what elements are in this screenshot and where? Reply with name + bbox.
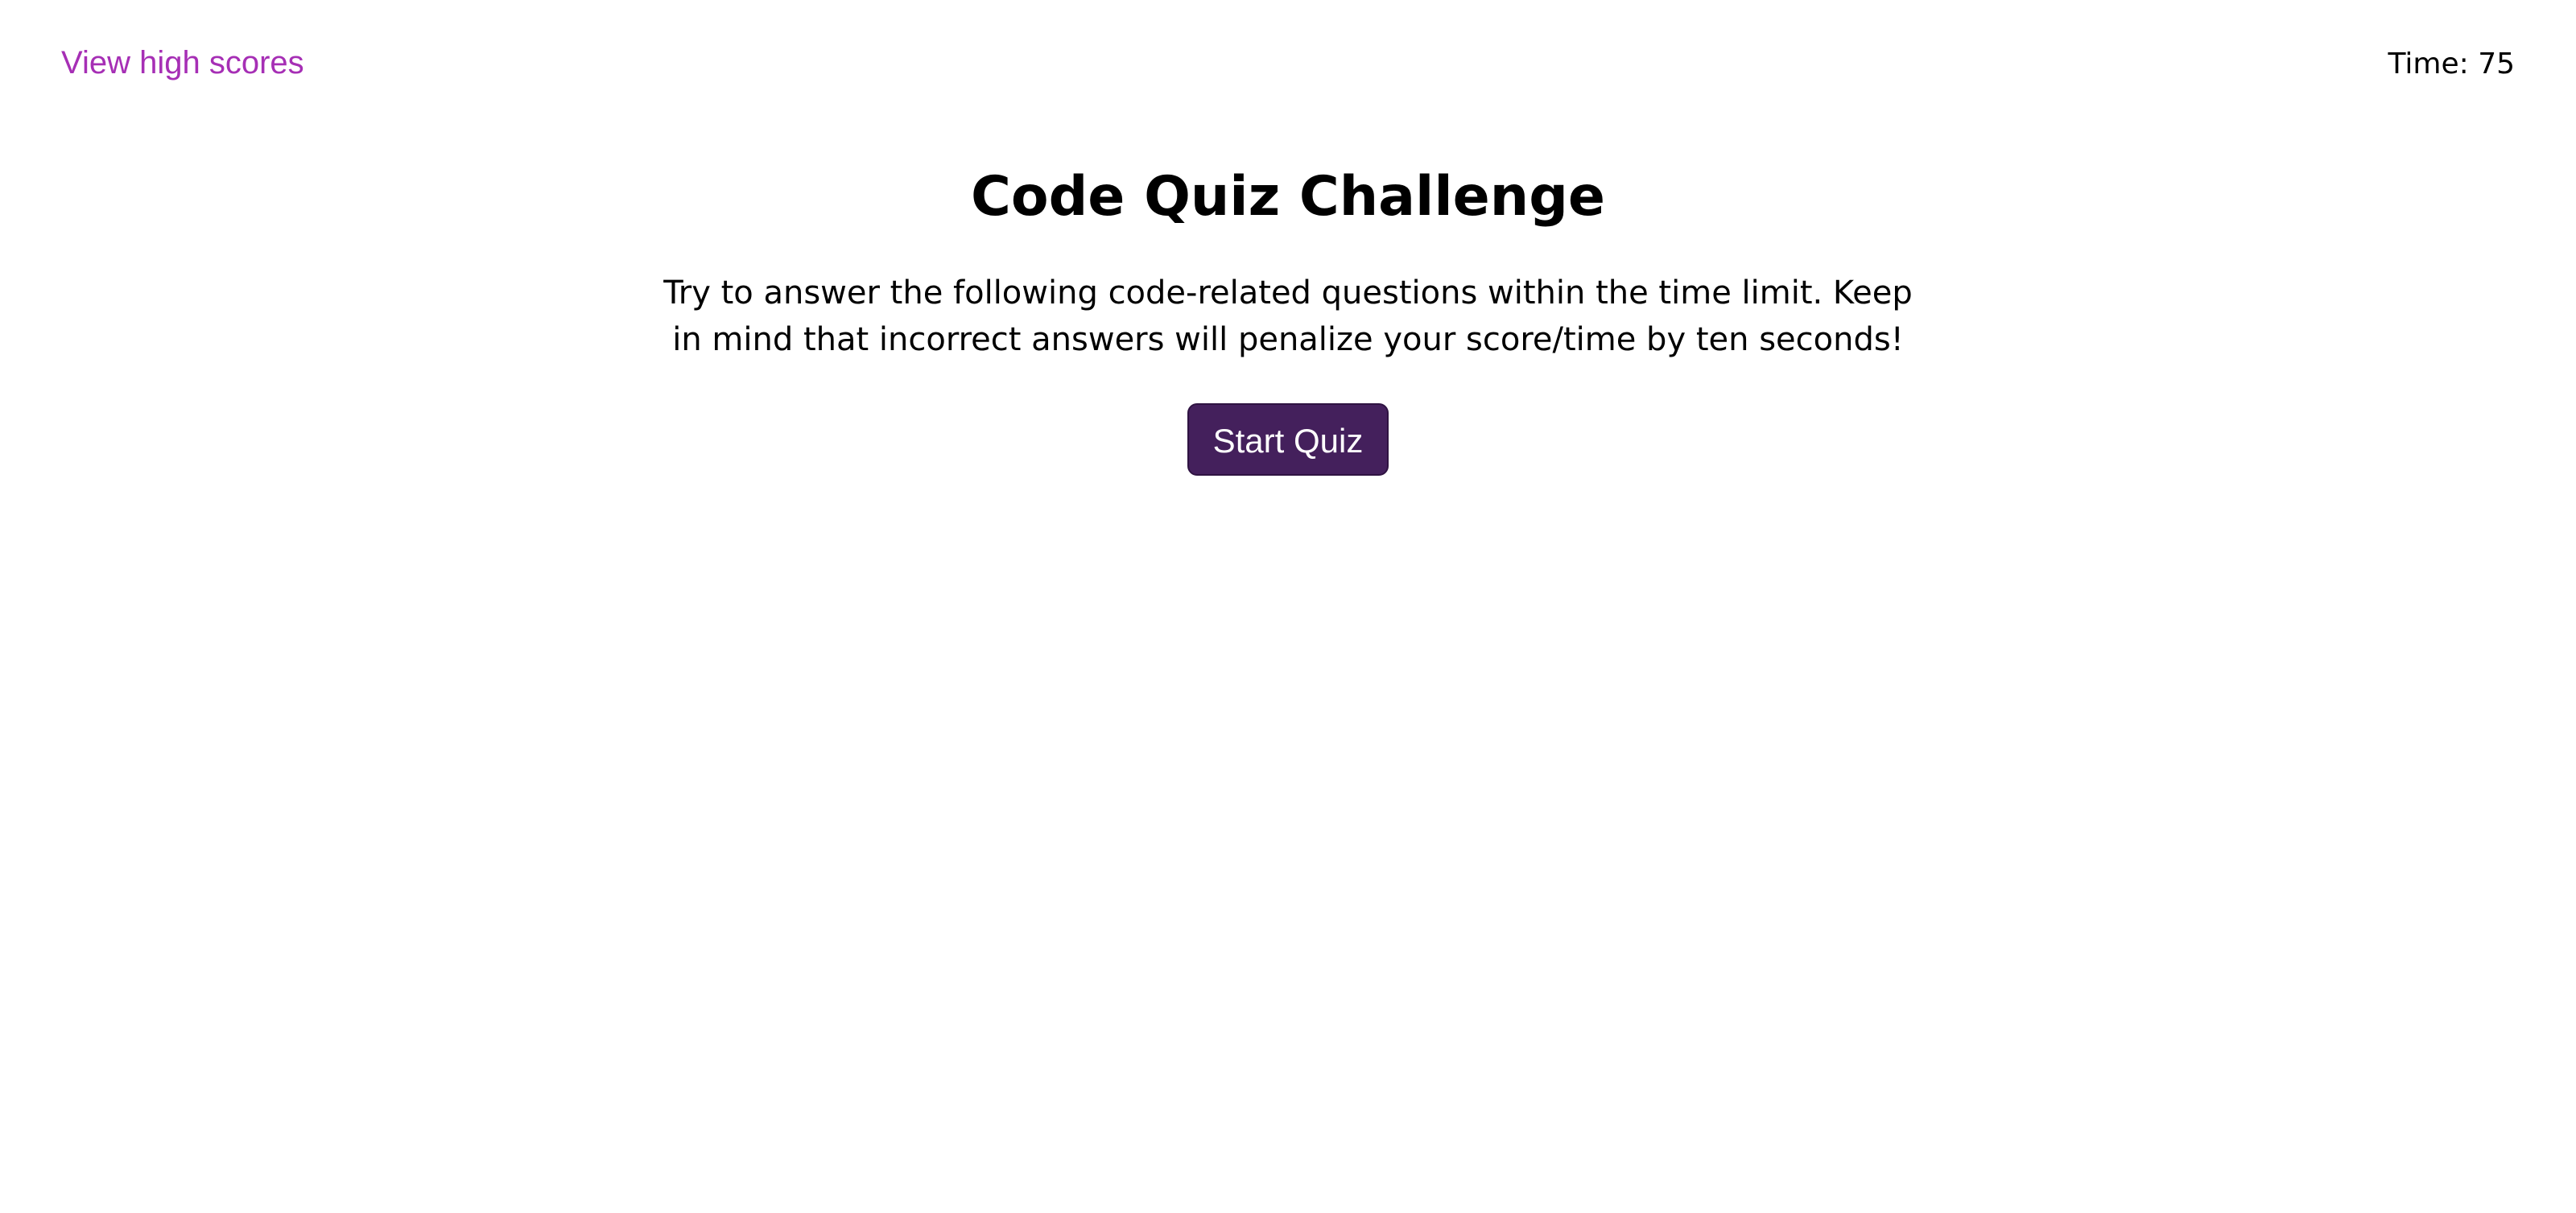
timer-display: Time: 75 xyxy=(2388,47,2515,80)
start-quiz-button[interactable]: Start Quiz xyxy=(1187,403,1389,476)
view-high-scores-link[interactable]: View high scores xyxy=(61,42,304,84)
quiz-instructions: Try to answer the following code-related… xyxy=(663,274,1913,358)
quiz-intro-section: Code Quiz Challenge Try to answer the fo… xyxy=(0,157,2576,476)
page-header: View high scores Time: 75 xyxy=(0,0,2576,129)
page-title: Code Quiz Challenge xyxy=(970,165,1605,229)
